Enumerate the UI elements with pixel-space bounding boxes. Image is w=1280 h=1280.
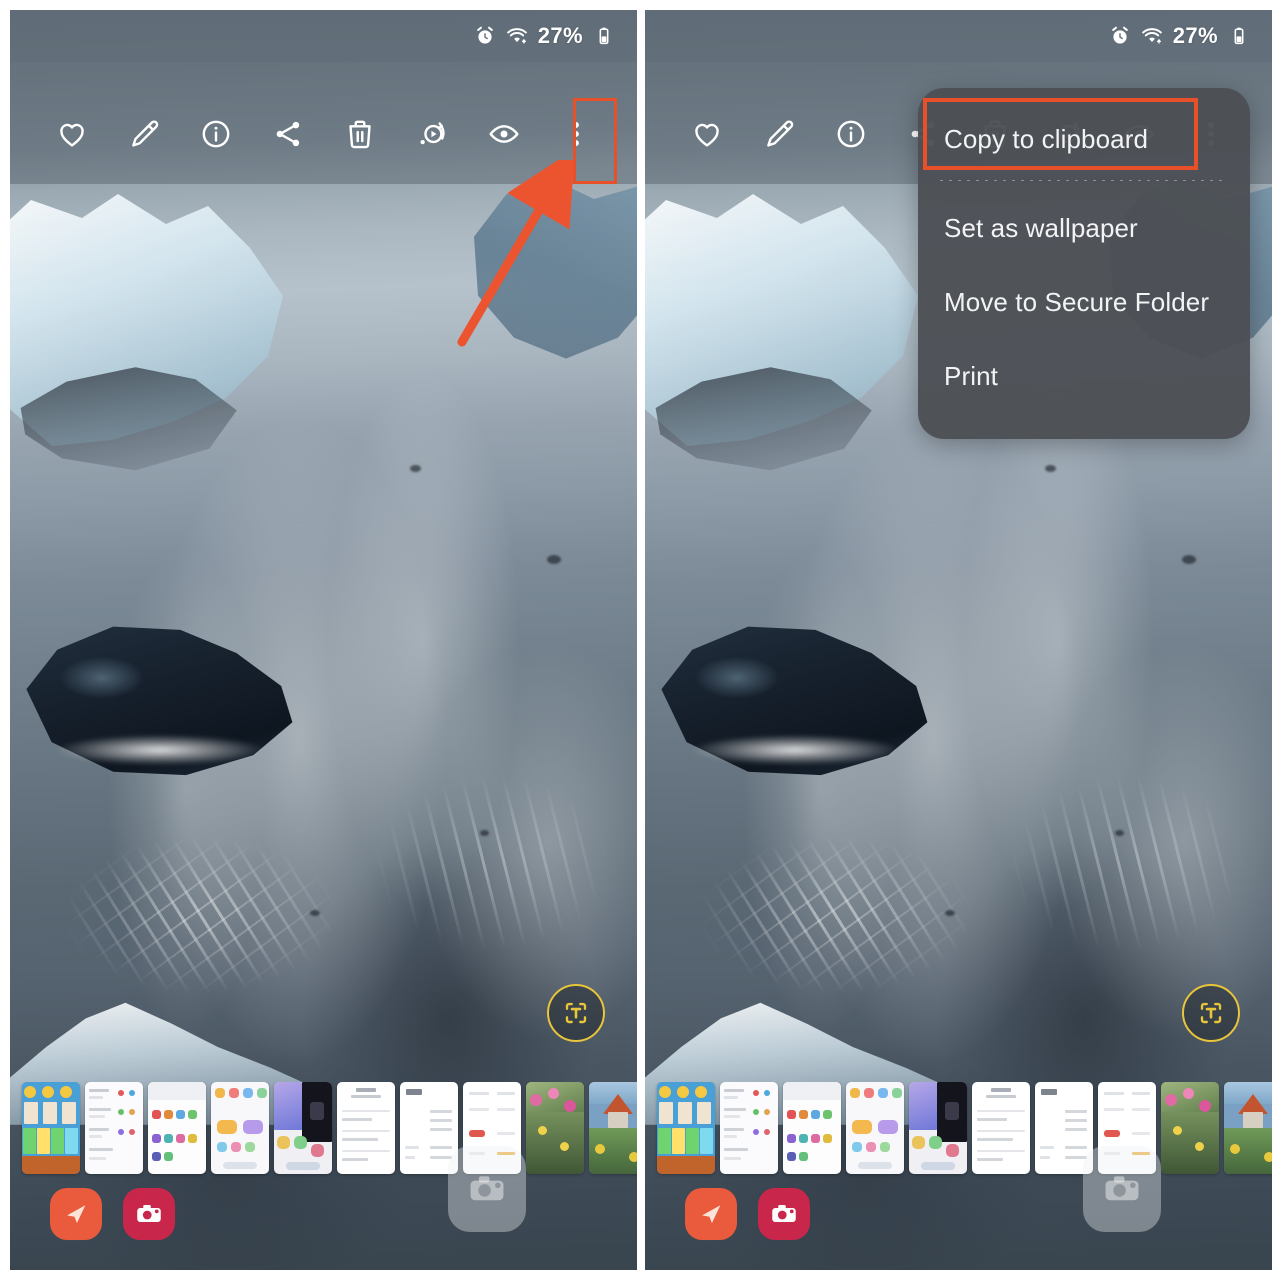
thumb-chat-1[interactable] [85, 1082, 143, 1174]
text-extract-button[interactable] [547, 984, 605, 1042]
thumb-dark-ui[interactable] [274, 1082, 332, 1174]
thumb-chat-1[interactable] [720, 1082, 778, 1174]
edit-button[interactable] [122, 112, 166, 156]
thumb-flowers[interactable] [526, 1082, 584, 1174]
overflow-menu: Copy to clipboard Set as wallpaper Move … [918, 88, 1250, 439]
wifi-icon [506, 28, 527, 44]
thumb-garden[interactable] [1224, 1082, 1272, 1174]
camera-shortcut-icon[interactable] [448, 1146, 526, 1232]
text-extract-icon [565, 1002, 587, 1024]
status-bar: 27% [645, 10, 1272, 62]
favorite-button[interactable] [685, 112, 729, 156]
status-bar: 27% [10, 10, 637, 62]
camera-app-icon[interactable] [123, 1188, 175, 1240]
thumb-game[interactable] [22, 1082, 80, 1174]
pebble [410, 465, 421, 472]
pebble [1115, 830, 1124, 836]
menu-item-copy-to-clipboard[interactable]: Copy to clipboard [918, 102, 1250, 176]
delete-button[interactable] [338, 112, 382, 156]
battery-icon [1234, 27, 1244, 45]
foam-around-rock [10, 710, 310, 790]
photo-filmstrip[interactable] [645, 1082, 1272, 1180]
thumb-game[interactable] [657, 1082, 715, 1174]
camera-icon [137, 1205, 161, 1222]
favorite-button[interactable] [50, 112, 94, 156]
menu-item-label: Set as wallpaper [944, 212, 1138, 243]
kebab-menu-icon [572, 122, 579, 146]
paper-plane-icon [702, 1205, 721, 1224]
share-button[interactable] [266, 112, 310, 156]
photo-filmstrip[interactable] [10, 1082, 637, 1180]
motion-photo-button[interactable] [410, 112, 454, 156]
thumb-apps-2[interactable] [211, 1082, 269, 1174]
home-dock [10, 1146, 637, 1270]
thumb-garden[interactable] [589, 1082, 637, 1174]
more-options-button[interactable] [554, 112, 598, 156]
text-extract-button[interactable] [1182, 984, 1240, 1042]
panel-before-menu: 27% [10, 10, 637, 1270]
camera-shortcut-icon[interactable] [1083, 1146, 1161, 1232]
home-dock [645, 1146, 1272, 1270]
panel-menu-open: 27% Copy to clipboard Set as wallpaper M… [645, 10, 1272, 1270]
pebble [945, 910, 955, 916]
play-circle-icon [420, 122, 445, 145]
heart-icon [694, 123, 719, 147]
camera-icon [470, 1176, 504, 1201]
photo-toolbar [10, 62, 637, 184]
camera-icon [772, 1205, 796, 1222]
foam-around-rock [645, 710, 945, 790]
pebble [547, 555, 561, 564]
battery-icon [599, 27, 609, 45]
thumb-doc-1[interactable] [972, 1082, 1030, 1174]
foam-lace-right [310, 750, 637, 1000]
alarm-icon [1111, 26, 1128, 44]
thumb-dark-ui[interactable] [909, 1082, 967, 1174]
heart-icon [59, 123, 84, 147]
menu-divider [940, 180, 1228, 181]
pebble [310, 910, 320, 916]
pebble [1182, 555, 1196, 564]
photo-viewer-image[interactable] [10, 10, 637, 1270]
view-button[interactable] [482, 112, 526, 156]
camera-app-icon[interactable] [758, 1188, 810, 1240]
thumb-flowers[interactable] [1161, 1082, 1219, 1174]
battery-percent-label: 27% [1172, 23, 1218, 48]
info-circle-icon [202, 120, 229, 148]
thumb-apps-1[interactable] [148, 1082, 206, 1174]
pencil-icon [131, 120, 158, 147]
info-button[interactable] [829, 112, 873, 156]
send-app-icon[interactable] [685, 1188, 737, 1240]
battery-percent-label: 27% [537, 23, 583, 48]
pebble [480, 830, 489, 836]
wifi-icon [1141, 28, 1162, 44]
edit-button[interactable] [757, 112, 801, 156]
menu-item-label: Move to Secure Folder [944, 286, 1210, 317]
pencil-icon [766, 120, 793, 147]
info-circle-icon [837, 120, 864, 148]
info-button[interactable] [194, 112, 238, 156]
camera-icon [1105, 1176, 1139, 1201]
thumb-apps-2[interactable] [846, 1082, 904, 1174]
share-icon [276, 121, 299, 147]
eye-icon [488, 125, 519, 143]
alarm-icon [476, 26, 493, 44]
iceberg-right [474, 178, 637, 359]
foam-lace-right [945, 750, 1272, 1000]
menu-item-label: Copy to clipboard [944, 123, 1149, 154]
menu-item-label: Print [944, 360, 998, 391]
trash-icon [348, 120, 371, 149]
menu-item-set-as-wallpaper[interactable]: Set as wallpaper [918, 191, 1250, 265]
thumb-apps-1[interactable] [783, 1082, 841, 1174]
paper-plane-icon [67, 1205, 86, 1224]
screenshot-root: 27% 27% Copy to clipboard Set as wallpap… [0, 0, 1280, 1280]
pebble [1045, 465, 1056, 472]
text-extract-icon [1200, 1002, 1222, 1024]
send-app-icon[interactable] [50, 1188, 102, 1240]
menu-item-print[interactable]: Print [918, 339, 1250, 413]
thumb-doc-1[interactable] [337, 1082, 395, 1174]
menu-item-move-to-secure-folder[interactable]: Move to Secure Folder [918, 265, 1250, 339]
